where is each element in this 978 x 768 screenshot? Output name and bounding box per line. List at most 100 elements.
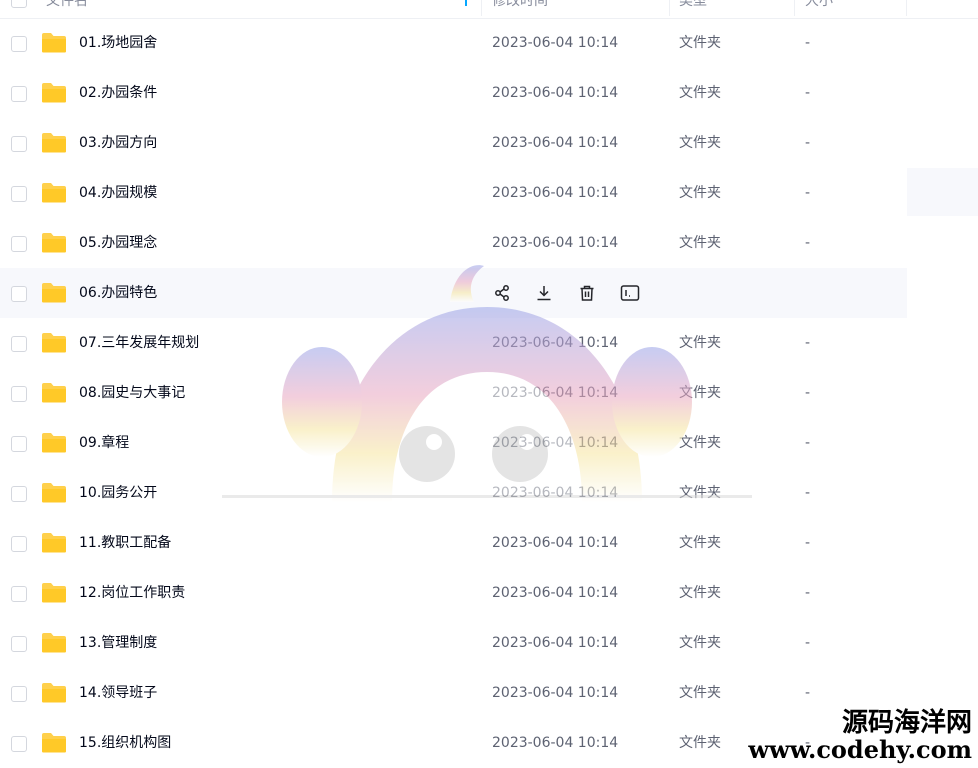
brand-name: 源码海洋网 xyxy=(841,707,972,738)
file-type: 文件夹 xyxy=(679,135,721,151)
file-name[interactable]: 14.领导班子 xyxy=(79,683,157,703)
folder-icon xyxy=(41,332,67,353)
list-header: 文件名 修改时间 类型 大小 xyxy=(0,0,907,19)
header-date[interactable]: 修改时间 xyxy=(492,0,548,17)
select-all-checkbox[interactable] xyxy=(11,0,27,8)
file-name[interactable]: 12.岗位工作职责 xyxy=(79,583,185,603)
row-checkbox[interactable] xyxy=(11,486,27,502)
row-checkbox[interactable] xyxy=(11,386,27,402)
header-right-filler xyxy=(907,0,978,19)
file-name[interactable]: 02.办园条件 xyxy=(79,83,157,103)
file-size: - xyxy=(805,635,811,651)
folder-icon xyxy=(41,632,67,653)
file-list-page: 文件名 修改时间 类型 大小 01.场地园舍 2023-06-04 10:14 文件… xyxy=(0,0,978,768)
table-row[interactable]: 07.三年发展年规划 2023-06-04 10:14 文件夹 - xyxy=(0,318,907,368)
table-row[interactable]: 10.园务公开 2023-06-04 10:14 文件夹 - xyxy=(0,468,907,518)
table-row[interactable]: 12.岗位工作职责 2023-06-04 10:14 文件夹 - xyxy=(0,568,907,618)
file-size: - xyxy=(805,35,811,51)
file-type: 文件夹 xyxy=(679,235,721,251)
file-name[interactable]: 15.组织机构图 xyxy=(79,733,171,753)
modified-time: 2023-06-04 10:14 xyxy=(492,335,619,351)
folder-icon xyxy=(41,32,67,53)
file-size: - xyxy=(805,85,811,101)
brand-url: www.codehy.com xyxy=(748,734,972,764)
file-name[interactable]: 03.办园方向 xyxy=(79,133,157,153)
modified-time: 2023-06-04 10:14 xyxy=(492,35,619,51)
modified-time: 2023-06-04 10:14 xyxy=(492,385,619,401)
table-row[interactable]: 05.办园理念 2023-06-04 10:14 文件夹 - xyxy=(0,218,907,268)
folder-icon xyxy=(41,482,67,503)
file-name[interactable]: 09.章程 xyxy=(79,433,129,453)
row-checkbox[interactable] xyxy=(11,286,27,302)
table-row[interactable]: 06.办园特色 xyxy=(0,268,907,318)
more-icon[interactable] xyxy=(618,281,642,305)
header-name[interactable]: 文件名 xyxy=(46,0,88,17)
file-type: 文件夹 xyxy=(679,685,721,701)
header-size[interactable]: 大小 xyxy=(805,0,833,17)
file-size: - xyxy=(805,485,811,501)
file-type: 文件夹 xyxy=(679,185,721,201)
file-name[interactable]: 01.场地园舍 xyxy=(79,33,157,53)
folder-icon xyxy=(41,732,67,753)
folder-icon xyxy=(41,82,67,103)
download-icon[interactable] xyxy=(532,281,556,305)
row-checkbox[interactable] xyxy=(11,586,27,602)
folder-icon xyxy=(41,382,67,403)
site-brand-watermark: 源码海洋网 www.codehy.com xyxy=(748,707,972,764)
file-name[interactable]: 11.教职工配备 xyxy=(79,533,171,553)
row-checkbox[interactable] xyxy=(11,186,27,202)
modified-time: 2023-06-04 10:14 xyxy=(492,435,619,451)
modified-time: 2023-06-04 10:14 xyxy=(492,635,619,651)
row-checkbox[interactable] xyxy=(11,536,27,552)
table-row[interactable]: 03.办园方向 2023-06-04 10:14 文件夹 - xyxy=(0,118,907,168)
folder-icon xyxy=(41,132,67,153)
file-name[interactable]: 07.三年发展年规划 xyxy=(79,333,199,353)
file-type: 文件夹 xyxy=(679,85,721,101)
file-size: - xyxy=(805,335,811,351)
table-row[interactable]: 11.教职工配备 2023-06-04 10:14 文件夹 - xyxy=(0,518,907,568)
table-row[interactable]: 04.办园规模 2023-06-04 10:14 文件夹 - xyxy=(0,168,907,218)
share-icon[interactable] xyxy=(490,281,514,305)
row-checkbox[interactable] xyxy=(11,736,27,752)
file-name[interactable]: 04.办园规模 xyxy=(79,183,157,203)
modified-time: 2023-06-04 10:14 xyxy=(492,735,619,751)
delete-icon[interactable] xyxy=(575,281,599,305)
row-checkbox[interactable] xyxy=(11,336,27,352)
folder-icon xyxy=(41,282,67,303)
file-size: - xyxy=(805,585,811,601)
row-checkbox[interactable] xyxy=(11,686,27,702)
row-checkbox[interactable] xyxy=(11,436,27,452)
table-row[interactable]: 09.章程 2023-06-04 10:14 文件夹 - xyxy=(0,418,907,468)
file-name[interactable]: 08.园史与大事记 xyxy=(79,383,185,403)
row-checkbox[interactable] xyxy=(11,236,27,252)
header-divider xyxy=(481,0,482,16)
table-row[interactable]: 13.管理制度 2023-06-04 10:14 文件夹 - xyxy=(0,618,907,668)
file-name[interactable]: 05.办园理念 xyxy=(79,233,157,253)
header-type[interactable]: 类型 xyxy=(679,0,707,17)
file-name[interactable]: 06.办园特色 xyxy=(79,283,157,303)
modified-time: 2023-06-04 10:14 xyxy=(492,235,619,251)
row-checkbox[interactable] xyxy=(11,636,27,652)
folder-icon xyxy=(41,182,67,203)
table-row[interactable]: 08.园史与大事记 2023-06-04 10:14 文件夹 - xyxy=(0,368,907,418)
file-type: 文件夹 xyxy=(679,385,721,401)
file-type: 文件夹 xyxy=(679,535,721,551)
file-name[interactable]: 10.园务公开 xyxy=(79,483,157,503)
folder-icon xyxy=(41,532,67,553)
file-size: - xyxy=(805,185,811,201)
side-hover-strip xyxy=(907,168,978,216)
file-type: 文件夹 xyxy=(679,35,721,51)
table-row[interactable]: 01.场地园舍 2023-06-04 10:14 文件夹 - xyxy=(0,18,907,68)
file-size: - xyxy=(805,535,811,551)
header-divider xyxy=(794,0,795,16)
modified-time: 2023-06-04 10:14 xyxy=(492,85,619,101)
row-checkbox[interactable] xyxy=(11,136,27,152)
modified-time: 2023-06-04 10:14 xyxy=(492,585,619,601)
table-row[interactable]: 02.办园条件 2023-06-04 10:14 文件夹 - xyxy=(0,68,907,118)
file-name[interactable]: 13.管理制度 xyxy=(79,633,157,653)
modified-time: 2023-06-04 10:14 xyxy=(492,535,619,551)
file-size: - xyxy=(805,435,811,451)
row-checkbox[interactable] xyxy=(11,36,27,52)
row-checkbox[interactable] xyxy=(11,86,27,102)
file-size: - xyxy=(805,385,811,401)
